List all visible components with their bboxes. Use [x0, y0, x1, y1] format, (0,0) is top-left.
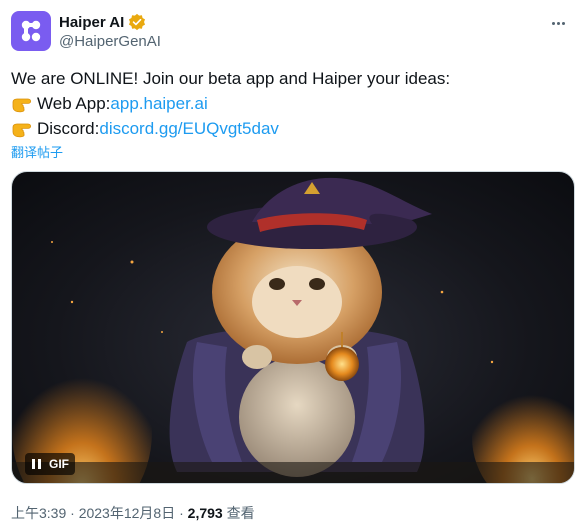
account-handle[interactable]: @HaiperGenAI: [59, 33, 161, 50]
avatar[interactable]: [11, 11, 51, 51]
tweet-meta: 上午3:39 · 2023年12月8日 · 2,793 查看: [11, 503, 255, 523]
haiper-logo-icon: [21, 20, 41, 42]
tweet-text: We are ONLINE! Join our beta app and Hai…: [11, 66, 570, 141]
views-label: 查看: [222, 505, 255, 521]
meta-separator: ·: [175, 505, 188, 521]
gif-badge: GIF: [49, 457, 69, 471]
views-count: 2,793: [187, 505, 223, 521]
web-app-label: Web App:: [37, 94, 111, 113]
discord-label: Discord:: [37, 119, 100, 138]
more-dot-icon: [551, 21, 555, 25]
backhand-index-pointing-right-icon: [12, 123, 32, 137]
gif-media[interactable]: GIF: [11, 171, 575, 484]
account-name-row: Haiper AI: [59, 13, 146, 31]
translate-post-link[interactable]: 翻译帖子: [11, 142, 63, 161]
discord-link[interactable]: discord.gg/EUQvgt5dav: [99, 116, 279, 141]
post-time[interactable]: 上午3:39: [11, 505, 66, 521]
more-options-button[interactable]: [548, 13, 568, 33]
more-dot-icon: [561, 21, 565, 25]
wizard-cat-image: [12, 177, 574, 483]
web-app-link[interactable]: app.haiper.ai: [110, 91, 207, 116]
tweet-line-web: Web App: app.haiper.ai: [11, 91, 570, 116]
backhand-index-pointing-right-icon: [12, 98, 32, 112]
tweet-line-discord: Discord: discord.gg/EUQvgt5dav: [11, 116, 570, 141]
post-date[interactable]: 2023年12月8日: [79, 505, 176, 521]
tweet-header: Haiper AI @HaiperGenAI: [11, 11, 570, 55]
pause-icon[interactable]: [25, 453, 47, 475]
verified-badge-icon[interactable]: [128, 13, 146, 31]
tweet-line-1: We are ONLINE! Join our beta app and Hai…: [11, 69, 451, 88]
more-dot-icon: [556, 21, 560, 25]
account-name[interactable]: Haiper AI: [59, 14, 124, 31]
meta-separator: ·: [66, 505, 79, 521]
gif-controls: GIF: [25, 453, 75, 475]
